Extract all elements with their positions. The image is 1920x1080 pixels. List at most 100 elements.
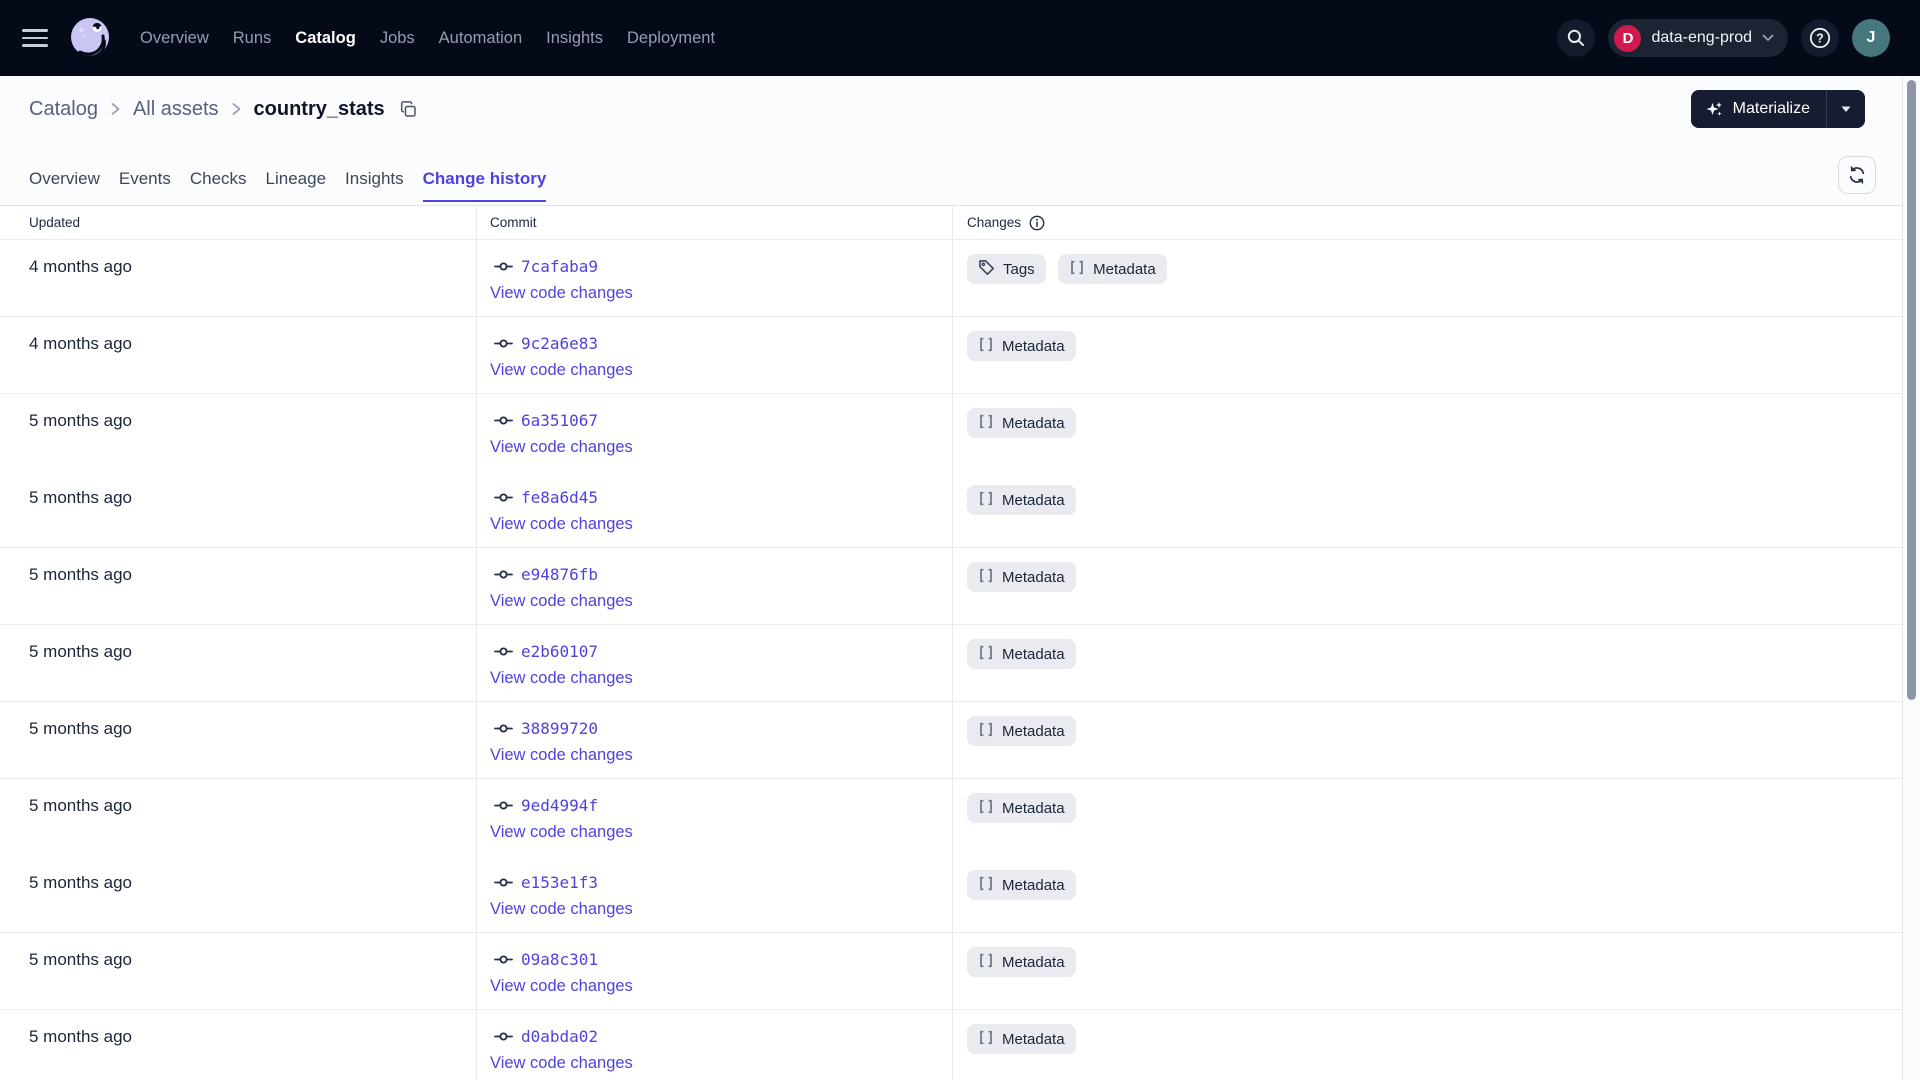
search-button[interactable] (1557, 19, 1596, 57)
menu-bar (22, 44, 48, 47)
table-row: 5 months ago e2b60107 View code changes … (0, 625, 1902, 702)
breadcrumb-link-all-assets[interactable]: All assets (133, 98, 219, 121)
commit-line: 6a351067 (490, 407, 952, 434)
commit-hash-link[interactable]: 9c2a6e83 (521, 334, 598, 353)
nav-item-deployment[interactable]: Deployment (625, 23, 717, 54)
row-commit: 9ed4994f View code changes (477, 779, 953, 856)
materialize-label: Materialize (1732, 100, 1810, 117)
help-button[interactable]: ? (1801, 19, 1839, 57)
materialize-split-button: Materialize (1690, 90, 1865, 128)
git-commit-icon (494, 493, 513, 502)
view-code-changes-link[interactable]: View code changes (490, 973, 633, 1000)
nav-item-runs[interactable]: Runs (231, 23, 274, 54)
commit-hash-link[interactable]: 9ed4994f (521, 796, 598, 815)
brackets-icon (980, 953, 992, 967)
refresh-icon (1849, 166, 1865, 184)
row-changes: Metadata (953, 394, 1902, 471)
badge-metadata: Metadata (967, 408, 1076, 438)
commit-hash-link[interactable]: 09a8c301 (521, 950, 598, 969)
git-commit-icon (494, 878, 513, 887)
row-commit: 6a351067 View code changes (477, 394, 953, 471)
commit-hash-link[interactable]: d0abda02 (521, 1027, 598, 1046)
scrollbar-thumb[interactable] (1907, 80, 1916, 700)
badge-metadata: Metadata (967, 562, 1076, 592)
change-history-table: Updated Commit Changes 4 months ago 7caf… (0, 206, 1902, 1080)
tab-change-history[interactable]: Change history (422, 169, 547, 202)
commit-hash-link[interactable]: 38899720 (521, 719, 598, 738)
badge-metadata: Metadata (967, 1024, 1076, 1054)
commit-line: e2b60107 (490, 638, 952, 665)
main-nav: Overview Runs Catalog Jobs Automation In… (138, 23, 737, 54)
view-code-changes-link[interactable]: View code changes (490, 434, 633, 461)
view-code-changes-link[interactable]: View code changes (490, 742, 633, 769)
commit-line: e94876fb (490, 561, 952, 588)
tab-checks[interactable]: Checks (190, 169, 247, 202)
nav-item-jobs[interactable]: Jobs (378, 23, 417, 54)
nav-right: D data-eng-prod ? J (1557, 19, 1890, 57)
row-updated: 5 months ago (0, 471, 477, 548)
table-row: 5 months ago d0abda02 View code changes … (0, 1010, 1902, 1080)
materialize-dropdown-button[interactable] (1826, 90, 1865, 128)
brackets-icon (980, 876, 992, 890)
row-updated: 5 months ago (0, 933, 477, 1010)
materialize-button[interactable]: Materialize (1690, 90, 1826, 128)
refresh-button[interactable] (1838, 156, 1876, 194)
copy-asset-name-button[interactable] (399, 100, 418, 119)
workspace-switcher[interactable]: D data-eng-prod (1608, 19, 1788, 57)
svg-text:?: ? (1816, 31, 1824, 45)
commit-hash-link[interactable]: e2b60107 (521, 642, 598, 661)
commit-hash-link[interactable]: e94876fb (521, 565, 598, 584)
commit-hash-link[interactable]: fe8a6d45 (521, 488, 598, 507)
column-header-commit: Commit (477, 206, 953, 239)
view-code-changes-link[interactable]: View code changes (490, 511, 633, 538)
tab-events[interactable]: Events (119, 169, 171, 202)
row-changes: Metadata (953, 548, 1902, 625)
row-updated: 5 months ago (0, 856, 477, 933)
view-code-changes-link[interactable]: View code changes (490, 896, 633, 923)
row-updated: 5 months ago (0, 702, 477, 779)
user-avatar[interactable]: J (1852, 19, 1890, 57)
breadcrumb-link-catalog[interactable]: Catalog (29, 98, 98, 121)
view-code-changes-link[interactable]: View code changes (490, 357, 633, 384)
table-row: 4 months ago 7cafaba9 View code changes … (0, 240, 1902, 317)
column-header-updated: Updated (0, 206, 477, 239)
badge-metadata: Metadata (967, 485, 1076, 515)
badge-metadata: Metadata (967, 793, 1076, 823)
nav-item-automation[interactable]: Automation (437, 23, 524, 54)
nav-item-overview[interactable]: Overview (138, 23, 211, 54)
commit-hash-link[interactable]: 7cafaba9 (521, 257, 598, 276)
brackets-icon (980, 414, 992, 428)
view-code-changes-link[interactable]: View code changes (490, 665, 633, 692)
table-row: 5 months ago 6a351067 View code changes … (0, 394, 1902, 471)
commit-hash-link[interactable]: 6a351067 (521, 411, 598, 430)
app-root: Overview Runs Catalog Jobs Automation In… (0, 0, 1920, 1080)
commit-line: fe8a6d45 (490, 484, 952, 511)
tab-lineage[interactable]: Lineage (266, 169, 327, 202)
badge-tags: Tags (967, 254, 1046, 284)
nav-item-insights[interactable]: Insights (544, 23, 605, 54)
row-commit: e94876fb View code changes (477, 548, 953, 625)
menu-icon[interactable] (20, 26, 50, 50)
sparkles-icon (1706, 101, 1722, 116)
menu-bar (22, 29, 48, 32)
tab-overview[interactable]: Overview (29, 169, 100, 202)
commit-line: 7cafaba9 (490, 253, 952, 280)
view-code-changes-link[interactable]: View code changes (490, 1050, 633, 1077)
git-commit-icon (494, 416, 513, 425)
row-changes: Metadata (953, 471, 1902, 548)
tab-insights[interactable]: Insights (345, 169, 404, 202)
brackets-icon (980, 722, 992, 736)
row-updated: 5 months ago (0, 548, 477, 625)
dagster-logo[interactable] (66, 14, 114, 62)
view-code-changes-link[interactable]: View code changes (490, 588, 633, 615)
row-updated: 4 months ago (0, 317, 477, 394)
view-code-changes-link[interactable]: View code changes (490, 280, 633, 307)
view-code-changes-link[interactable]: View code changes (490, 819, 633, 846)
chevron-down-icon (1762, 34, 1774, 41)
info-icon[interactable] (1028, 214, 1046, 232)
commit-hash-link[interactable]: e153e1f3 (521, 873, 598, 892)
top-nav: Overview Runs Catalog Jobs Automation In… (0, 0, 1920, 76)
table-row: 5 months ago e153e1f3 View code changes … (0, 856, 1902, 933)
column-header-changes-label: Changes (967, 215, 1022, 230)
nav-item-catalog[interactable]: Catalog (293, 23, 358, 54)
